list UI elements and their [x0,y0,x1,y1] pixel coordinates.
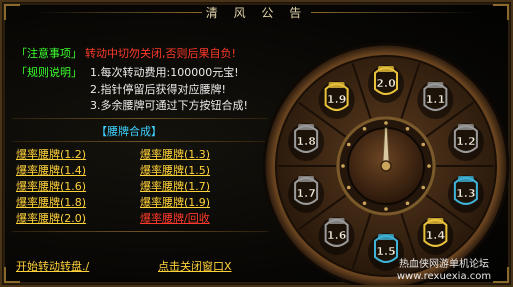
pointer-pivot [380,160,392,172]
wheel-token: 1.9 [318,81,355,120]
token-ornament [298,175,315,182]
token-value: 1.6 [327,229,347,242]
token-value: 1.1 [426,93,446,106]
token-ornament [427,82,444,89]
token-ornament [427,217,444,224]
token-ornament [298,124,315,131]
token-ornament [457,124,474,131]
token-value: 1.4 [426,229,446,242]
token-value: 1.5 [376,245,396,258]
token-value: 1.8 [296,135,316,148]
wheel-token: 2.0 [368,65,404,103]
token-value: 1.7 [296,187,316,200]
hub-stud [421,142,426,147]
prize-wheel[interactable]: 2.0 1.1 1.2 1.3 1.4 1.5 1.6 1.7 1.8 1.9 [2,2,511,285]
hub-stud [362,126,367,131]
hub-stud [346,185,351,190]
hub-stud [384,121,388,125]
token-value: 2.0 [376,77,396,90]
watermark: 热血侠网游单机论坛 www.rexuexia.com [379,259,509,283]
wheel-token: 1.4 [417,216,454,255]
watermark-title: 热血侠网游单机论坛 [399,259,489,270]
hub-stud [346,142,351,147]
hub-stud [405,201,410,206]
token-ornament [378,234,394,240]
token-ornament [328,82,345,89]
hub-stud [362,201,367,206]
token-ornament [328,217,345,224]
token-value: 1.2 [456,135,476,148]
wheel-token: 1.2 [447,123,484,162]
wheel-token: 1.6 [318,216,355,255]
hub-stud [427,164,431,168]
token-value: 1.9 [327,93,347,106]
token-ornament [378,66,394,72]
wheel-token: 1.8 [288,123,325,162]
wheel-token: 1.7 [288,174,325,213]
watermark-url: www.rexuexia.com [396,271,492,282]
hub-stud [421,185,426,190]
announcement-panel: 清 风 公 告 「注意事项」 转动中切勿关闭,否则后果自负! 「规则说明」 1.… [0,0,513,287]
hub-stud [405,126,410,131]
hub-stud [341,164,345,168]
token-ornament [457,175,474,182]
wheel-token: 1.3 [447,174,484,213]
wheel-token: 1.1 [417,81,454,120]
token-value: 1.3 [456,187,476,200]
hub-stud [384,207,388,211]
